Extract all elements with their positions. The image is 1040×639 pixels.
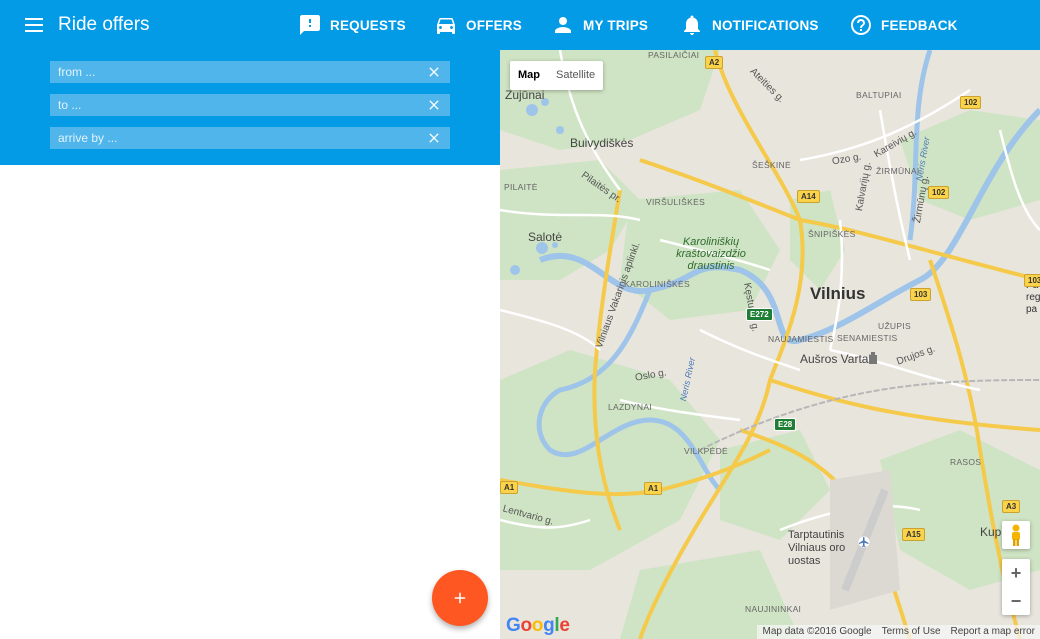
road-shield-a14: A14 xyxy=(797,190,820,203)
map-label-lazdynai: LAZDYNAI xyxy=(608,402,652,412)
clear-arrive-by-icon[interactable] xyxy=(426,130,442,146)
help-circle-icon xyxy=(851,15,871,35)
from-label: from xyxy=(58,65,82,79)
road-shield-103: 103 xyxy=(910,288,932,301)
clear-from-icon[interactable] xyxy=(426,64,442,80)
search-panel: from ... to ... arrive by ... xyxy=(0,50,500,165)
from-field[interactable]: from ... xyxy=(50,61,450,83)
map-type-satellite-button[interactable]: Satellite xyxy=(548,61,603,90)
road-shield-a1-second: A1 xyxy=(644,482,663,495)
page-title: Ride offers xyxy=(58,14,150,35)
tab-feedback-label: FEEDBACK xyxy=(881,17,958,33)
plus-icon xyxy=(454,592,466,604)
arrive-by-value: ... xyxy=(107,131,118,145)
to-label: to xyxy=(58,98,69,112)
road-shield-e272: E272 xyxy=(746,308,773,321)
street-view-pegman[interactable] xyxy=(1002,521,1030,549)
map-type-control: Map Satellite xyxy=(510,61,604,90)
tab-offers[interactable]: OFFERS xyxy=(434,0,522,50)
menu-icon[interactable] xyxy=(22,13,46,37)
map-label-pilaite: PILAITĖ xyxy=(504,182,538,192)
map-label-rasos: RASOS xyxy=(950,457,982,467)
map-label-naujininkai: NAUJININKAI xyxy=(745,604,802,614)
from-value: ... xyxy=(85,65,96,79)
map-label-seskine: ŠEŠKINĖ xyxy=(752,160,791,170)
to-value: ... xyxy=(71,98,82,112)
tab-requests-label: REQUESTS xyxy=(330,17,406,33)
tab-requests[interactable]: REQUESTS xyxy=(298,0,406,50)
map[interactable]: Map Satellite Vilnius Zujūnai Buivydiškė… xyxy=(500,50,1040,639)
arrive-by-label: arrive by xyxy=(58,131,105,145)
car-icon xyxy=(437,18,455,34)
map-label-baltupiai: BALTUPIAI xyxy=(856,90,902,100)
tab-my-trips-label: MY TRIPS xyxy=(583,17,649,33)
pegman-icon xyxy=(1012,524,1020,546)
tab-my-trips[interactable]: MY TRIPS xyxy=(551,0,648,50)
map-label-zujunai: Zujūnai xyxy=(505,88,545,102)
tab-notifications[interactable]: NOTIFICATIONS xyxy=(680,0,819,50)
airport-icon xyxy=(858,536,870,548)
google-logo[interactable]: Google xyxy=(506,615,570,637)
tab-offers-label: OFFERS xyxy=(466,17,522,33)
map-label-salote: Salotė xyxy=(528,230,563,244)
map-label-snipiskes: ŠNIPIŠKĖS xyxy=(808,229,856,239)
report-map-error-link[interactable]: Report a map error xyxy=(946,625,1040,639)
map-footer: Map data ©2016 Google Terms of Use Repor… xyxy=(757,625,1040,639)
zoom-in-button[interactable]: + xyxy=(1002,559,1030,587)
map-label-naujamiestis: NAUJAMIESTIS xyxy=(768,334,834,344)
road-shield-a3: A3 xyxy=(1002,500,1021,513)
to-field[interactable]: to ... xyxy=(50,94,450,116)
map-label-airport: Tarptautinis Vilniaus oro uostas xyxy=(788,529,846,567)
zoom-out-button[interactable]: − xyxy=(1002,587,1030,615)
map-label-vilkpede: VILKPĖDĖ xyxy=(684,446,728,456)
road-shield-102-second: 102 xyxy=(928,186,950,199)
person-icon xyxy=(555,17,571,33)
map-label-virsuliskes: VIRŠULIŠKĖS xyxy=(646,197,706,207)
map-label-buivydiskes: Buivydiškės xyxy=(570,136,634,150)
road-shield-102: 102 xyxy=(960,96,982,109)
landmark-icon xyxy=(869,352,877,364)
road-shield-a15: A15 xyxy=(902,528,925,541)
clear-to-icon[interactable] xyxy=(426,97,442,113)
road-shield-a1: A1 xyxy=(500,481,519,494)
app-bar: Ride offers REQUESTS OFFERS MY TRIPS NOT… xyxy=(0,0,1040,50)
map-label-city: Vilnius xyxy=(810,284,866,303)
map-label-zirmunai: ŽIRMŪNAI xyxy=(876,166,920,176)
road-shield-103-second: 103 xyxy=(1024,274,1040,287)
feedback-exclamation-icon xyxy=(300,15,320,35)
arrive-by-field[interactable]: arrive by ... xyxy=(50,127,450,149)
map-data-attribution: Map data ©2016 Google xyxy=(762,626,872,637)
road-shield-e28: E28 xyxy=(774,418,797,431)
tab-notifications-label: NOTIFICATIONS xyxy=(712,17,819,33)
bell-icon xyxy=(684,15,700,35)
map-type-map-button[interactable]: Map xyxy=(510,61,548,90)
tab-feedback[interactable]: FEEDBACK xyxy=(849,0,958,50)
map-label-ausros-vartai: Aušros Vartai xyxy=(800,352,872,366)
road-shield-a2: A2 xyxy=(705,56,724,69)
map-label-karoliniskes: KAROLINIŠKĖS xyxy=(624,279,690,289)
map-label-uzupis: UŽUPIS xyxy=(878,321,911,331)
add-ride-offer-button[interactable] xyxy=(432,570,488,626)
map-label-park: Karoliniškių kraštovaizdžio draustinis xyxy=(676,236,746,272)
zoom-control: + − xyxy=(1002,559,1030,615)
map-label-pasilaiciai: PASILAIČIAI xyxy=(648,50,700,60)
map-label-senamiestis: SENAMIESTIS xyxy=(837,333,898,343)
terms-of-use-link[interactable]: Terms of Use xyxy=(877,625,946,639)
